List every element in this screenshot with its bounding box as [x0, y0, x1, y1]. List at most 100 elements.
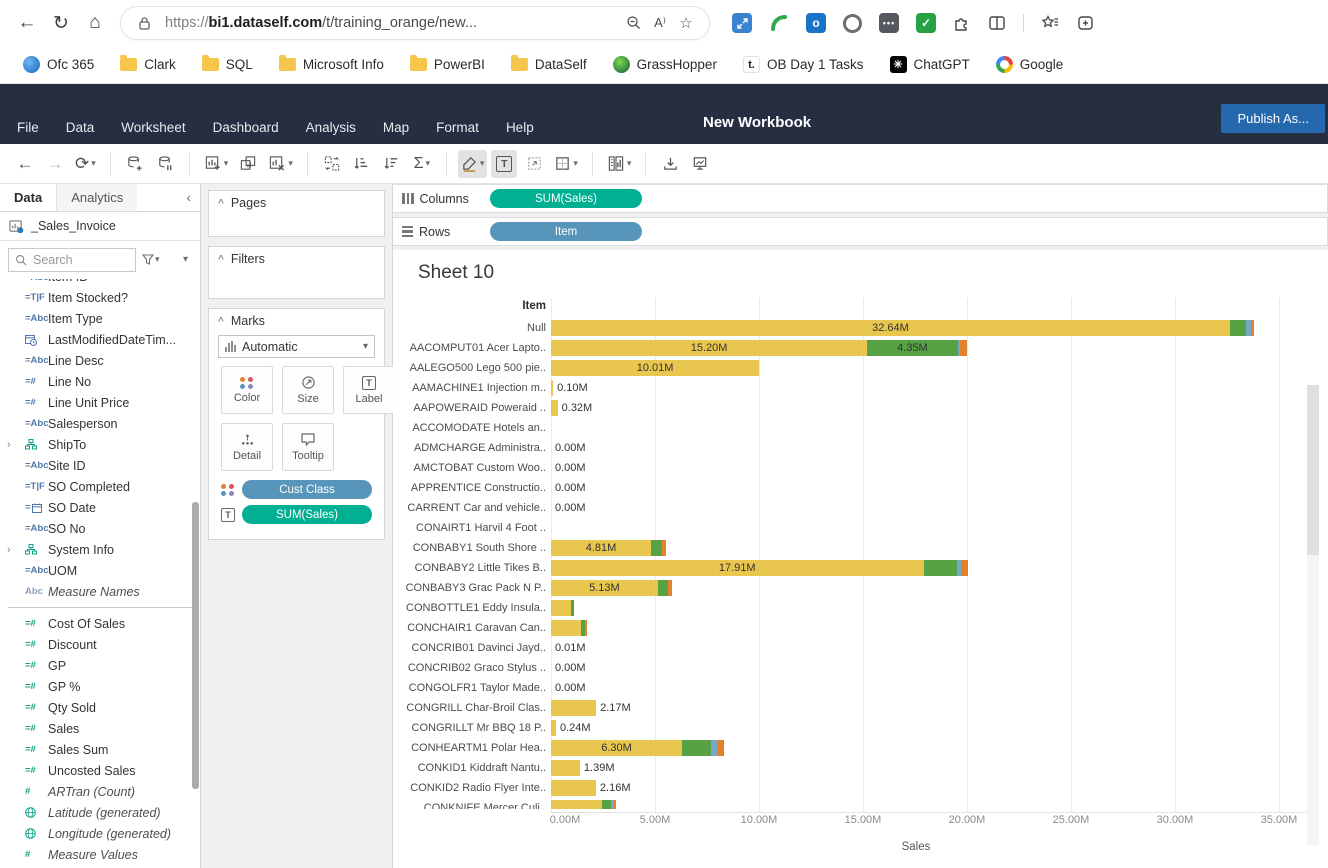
pause-datasource-icon[interactable] — [152, 150, 178, 178]
bar-segment[interactable] — [551, 380, 553, 396]
marks-pill-sum-sales[interactable]: SUM(Sales) — [242, 505, 372, 524]
expander-icon[interactable]: › — [7, 544, 16, 556]
field-item[interactable]: =#Line Unit Price — [0, 392, 200, 413]
todo-check-extension-icon[interactable]: ✓ — [916, 13, 936, 33]
row-label[interactable]: Null — [396, 322, 551, 334]
menu-dashboard[interactable]: Dashboard — [213, 120, 279, 135]
more-tools-extension-icon[interactable]: ••• — [879, 13, 899, 33]
favorites-list-icon[interactable] — [1041, 14, 1060, 32]
row-field-header[interactable]: Item — [396, 300, 551, 312]
menu-data[interactable]: Data — [66, 120, 95, 135]
bookmark-item[interactable]: GrassHopper — [604, 52, 726, 77]
field-item[interactable]: Longitude (generated) — [0, 823, 200, 844]
browser-circle-extension-icon[interactable] — [843, 14, 862, 33]
show-mark-labels-icon[interactable]: T — [491, 150, 517, 178]
home-icon[interactable]: ⌂ — [78, 6, 112, 40]
field-item[interactable]: #ARTran (Count) — [0, 781, 200, 802]
row-label[interactable]: CONCRIB01 Davinci Jayd.. — [396, 642, 551, 654]
datasource-item[interactable]: _Sales_Invoice — [0, 212, 200, 241]
bar-segment[interactable] — [924, 560, 957, 576]
outlook-extension-icon[interactable]: o — [806, 13, 826, 33]
presentation-mode-icon[interactable] — [687, 150, 713, 178]
row-label[interactable]: CONBABY2 Little Tikes B.. — [396, 562, 551, 574]
menu-help[interactable]: Help — [506, 120, 534, 135]
row-label[interactable]: CONGOLFR1 Taylor Made.. — [396, 682, 551, 694]
field-filter-icon[interactable]: ▾ — [142, 254, 160, 265]
menu-file[interactable]: File — [17, 120, 39, 135]
row-label[interactable]: AAPOWERAID Poweraid .. — [396, 402, 551, 414]
extensions-puzzle-icon[interactable] — [953, 14, 971, 32]
field-item[interactable]: =AbcItem ID — [0, 279, 200, 287]
field-item[interactable]: AbcMeasure Names — [0, 581, 200, 602]
sort-descending-icon[interactable] — [379, 150, 405, 178]
bar-segment[interactable] — [551, 720, 556, 736]
refresh-icon[interactable]: ↻ — [44, 6, 78, 40]
bookmark-item[interactable]: PowerBI — [401, 53, 494, 76]
bookmark-item[interactable]: Ofc 365 — [14, 52, 103, 77]
back-icon[interactable]: ← — [10, 6, 44, 40]
field-item[interactable]: =SO Date — [0, 497, 200, 518]
collapse-pane-icon[interactable]: ‹ — [177, 184, 200, 211]
row-label[interactable]: CONCRIB02 Graco Stylus .. — [396, 662, 551, 674]
x-axis[interactable]: 0.00M5.00M10.00M15.00M20.00M25.00M30.00M… — [551, 814, 1328, 830]
bookmark-item[interactable]: t.OB Day 1 Tasks — [734, 52, 873, 77]
show-me-icon[interactable]: ▾ — [604, 150, 635, 178]
bar-segment[interactable] — [614, 800, 616, 809]
row-label[interactable]: CONKNIFE Mercer Culi.. — [396, 802, 551, 809]
field-item[interactable]: =AbcSO No — [0, 518, 200, 539]
row-label[interactable]: CONCHAIR1 Caravan Can.. — [396, 622, 551, 634]
collapse-chevron-icon[interactable]: ^ — [218, 316, 224, 327]
columns-pill-sum-sales[interactable]: SUM(Sales) — [490, 189, 642, 208]
redo-icon[interactable]: → — [42, 150, 68, 178]
collapse-chevron-icon[interactable]: ^ — [218, 254, 224, 265]
bar-segment[interactable] — [651, 540, 662, 556]
menu-worksheet[interactable]: Worksheet — [121, 120, 185, 135]
row-label[interactable]: CONKID1 Kiddraft Nantu.. — [396, 762, 551, 774]
bar-segment[interactable]: 32.64M — [551, 320, 1230, 336]
bookmark-item[interactable]: ✳ChatGPT — [881, 52, 979, 77]
rows-shelf[interactable]: Rows Item — [393, 217, 1328, 246]
row-label[interactable]: CARRENT Car and vehicle.. — [396, 502, 551, 514]
mark-type-dropdown[interactable]: Automatic ▾ — [218, 335, 375, 358]
field-item[interactable]: ›ShipTo — [0, 434, 200, 455]
bar-segment[interactable] — [551, 620, 581, 636]
bar-segment[interactable] — [602, 800, 611, 809]
field-item[interactable]: =AbcSalesperson — [0, 413, 200, 434]
sort-ascending-icon[interactable] — [349, 150, 375, 178]
field-item[interactable]: =AbcUOM — [0, 560, 200, 581]
row-label[interactable]: CONKID2 Radio Flyer Inte.. — [396, 782, 551, 794]
field-item[interactable]: =AbcLine Desc — [0, 350, 200, 371]
publish-as-button[interactable]: Publish As... — [1221, 104, 1325, 133]
collections-add-icon[interactable] — [1077, 14, 1096, 32]
new-datasource-icon[interactable] — [122, 150, 148, 178]
bar-segment[interactable] — [551, 400, 558, 416]
format-borders-icon[interactable]: ▾ — [551, 150, 581, 178]
row-label[interactable]: CONGRILLT Mr BBQ 18 P.. — [396, 722, 551, 734]
download-icon[interactable] — [657, 150, 683, 178]
replay-icon[interactable]: ⟳▾ — [72, 150, 99, 178]
menu-format[interactable]: Format — [436, 120, 479, 135]
bookmark-item[interactable]: SQL — [193, 53, 262, 76]
row-label[interactable]: ACCOMODATE Hotels an.. — [396, 422, 551, 434]
field-item[interactable]: =#GP — [0, 655, 200, 676]
row-label[interactable]: CONAIRT1 Harvil 4 Foot .. — [396, 522, 551, 534]
color-button[interactable]: Color — [221, 366, 273, 414]
url-text[interactable]: https://bi1.dataself.com/t/training_oran… — [165, 15, 621, 31]
fix-axes-icon[interactable] — [521, 150, 547, 178]
field-item[interactable]: =AbcItem Type — [0, 308, 200, 329]
bookmark-item[interactable]: DataSelf — [502, 53, 596, 76]
collapse-chevron-icon[interactable]: ^ — [218, 198, 224, 209]
split-screen-icon[interactable] — [988, 14, 1006, 32]
bar-segment[interactable] — [668, 580, 672, 596]
label-button[interactable]: T Label — [343, 366, 395, 414]
row-label[interactable]: AALEGO500 Lego 500 pie.. — [396, 362, 551, 374]
chart-vertical-scrollbar[interactable] — [1307, 385, 1319, 845]
scrollbar-thumb[interactable] — [1307, 385, 1319, 555]
menu-analysis[interactable]: Analysis — [306, 120, 356, 135]
row-label[interactable]: ADMCHARGE Administra.. — [396, 442, 551, 454]
bar-segment[interactable] — [585, 620, 587, 636]
bar-segment[interactable] — [551, 700, 596, 716]
field-item[interactable]: =#Sales Sum — [0, 739, 200, 760]
field-item[interactable]: #Measure Values — [0, 844, 200, 865]
field-item[interactable]: ›System Info — [0, 539, 200, 560]
